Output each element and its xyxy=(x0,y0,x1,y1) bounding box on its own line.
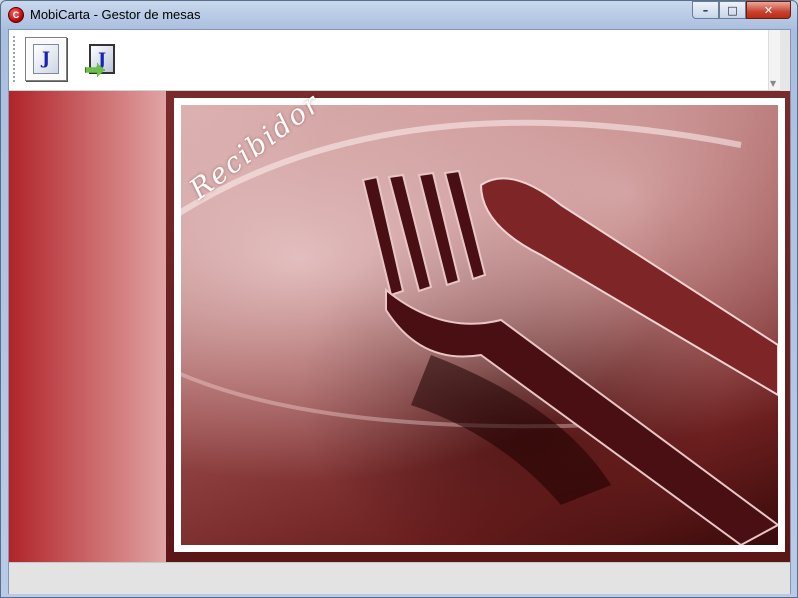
photo-frame: Recibidor xyxy=(174,91,785,552)
window-controls: – □ ✕ xyxy=(692,1,791,20)
document-j-icon: J xyxy=(33,44,59,74)
cutlery-illustration xyxy=(181,119,778,545)
title-bar[interactable]: C MobiCarta - Gestor de mesas – □ ✕ xyxy=(1,1,797,27)
status-bar xyxy=(9,562,790,594)
banner-photo: Recibidor xyxy=(166,91,790,562)
toolbar-button-enviar[interactable]: J xyxy=(81,37,123,81)
document-j-send-icon: J xyxy=(85,44,115,77)
main-panel: Recibidor xyxy=(9,91,790,562)
client-area: J J ▼ Recibidor xyxy=(8,29,791,594)
scroll-down-icon[interactable]: ▼ xyxy=(770,79,776,88)
minimize-button[interactable]: – xyxy=(692,1,719,19)
toolbar-button-mesas[interactable]: J xyxy=(25,37,67,81)
app-window: C MobiCarta - Gestor de mesas – □ ✕ J J … xyxy=(0,0,798,598)
window-title: MobiCarta - Gestor de mesas xyxy=(30,7,201,22)
toolbar-grip[interactable] xyxy=(13,36,15,82)
toolbar: J J ▼ xyxy=(9,30,780,91)
toolbar-scrollbar[interactable]: ▼ xyxy=(768,30,780,90)
close-button[interactable]: ✕ xyxy=(746,1,791,19)
sidebar-gradient xyxy=(9,91,166,562)
mobicarta-logo-icon[interactable]: C xyxy=(8,7,24,23)
maximize-button[interactable]: □ xyxy=(719,1,746,19)
